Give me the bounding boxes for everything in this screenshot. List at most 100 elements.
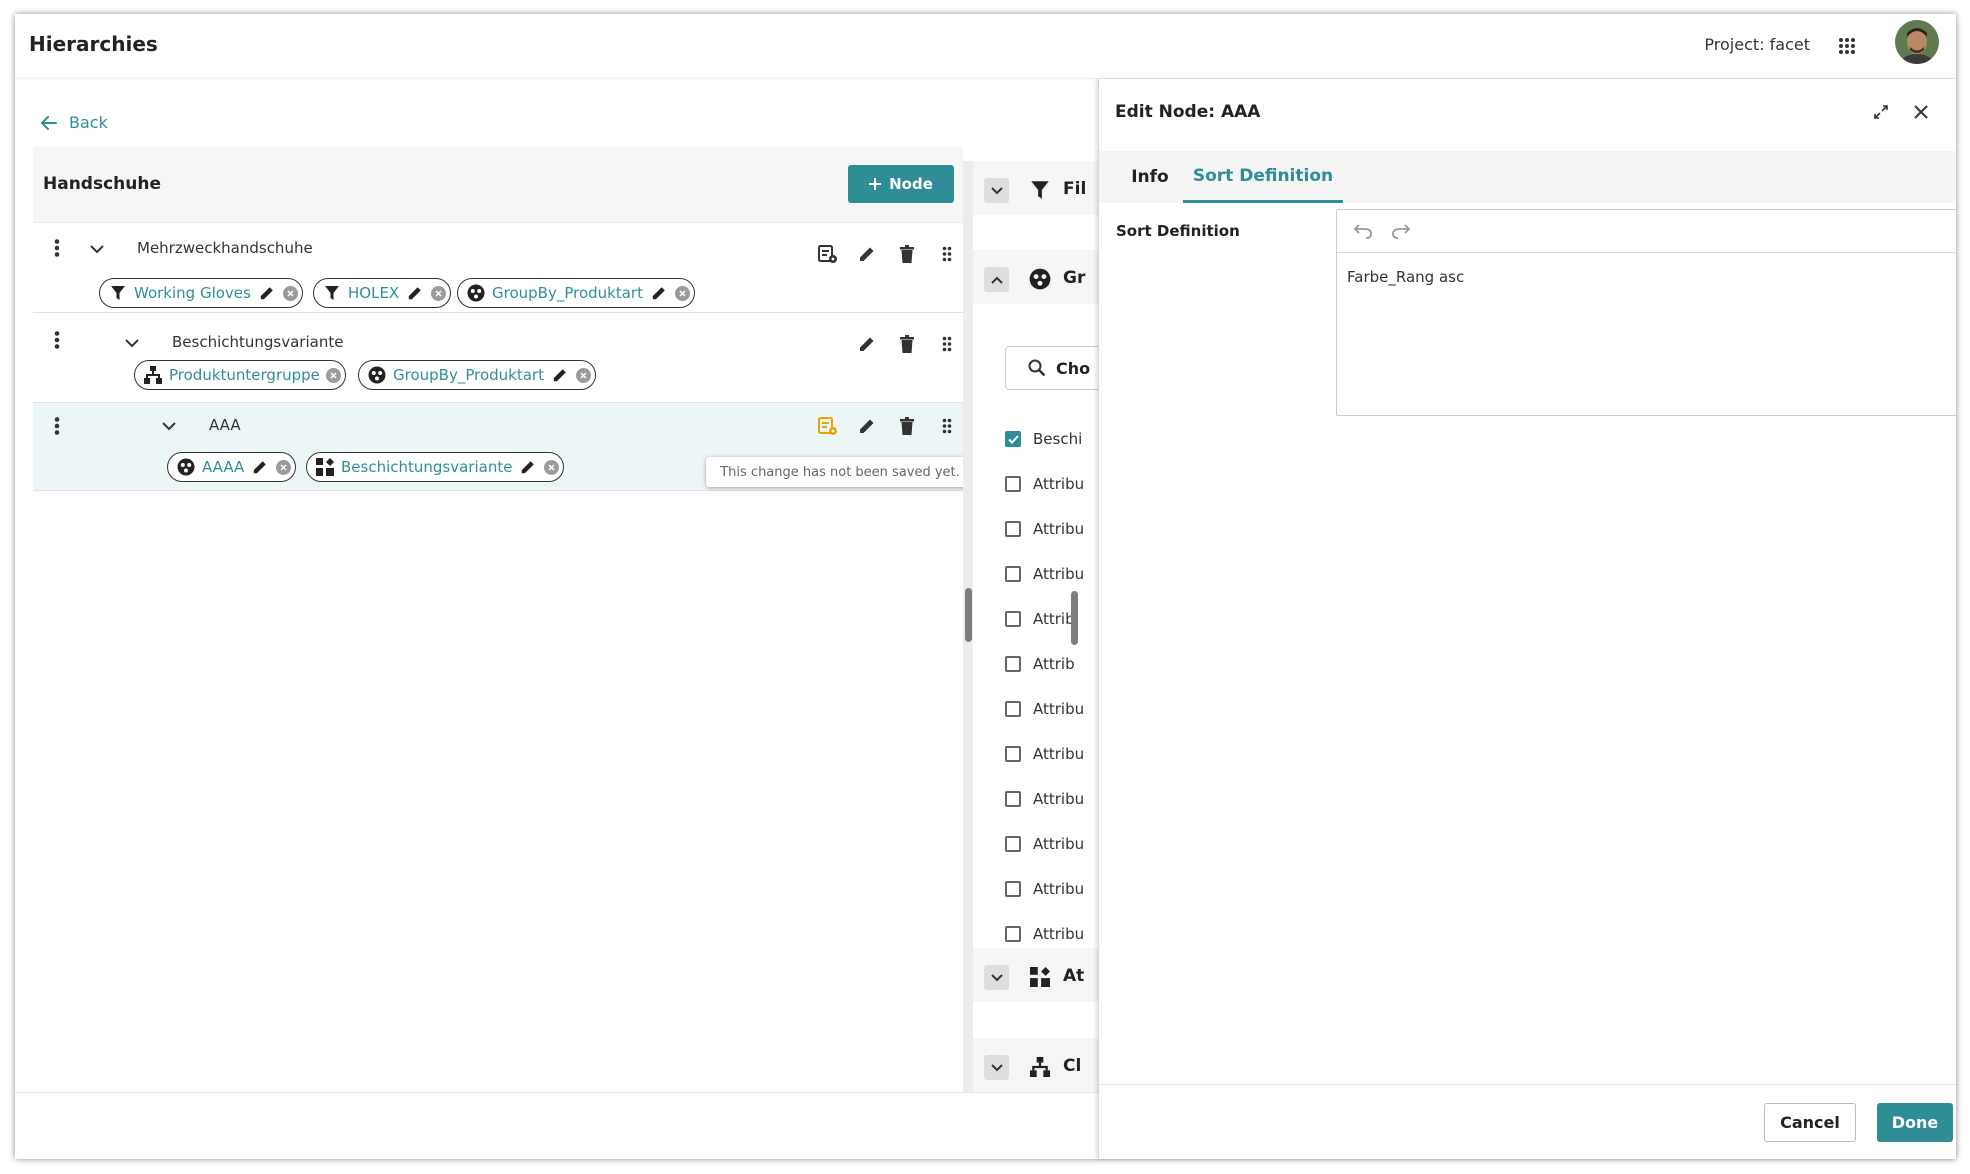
- project-label[interactable]: Project: facet: [1704, 35, 1810, 54]
- user-avatar[interactable]: [1895, 20, 1939, 64]
- chip-label[interactable]: Working Gloves: [134, 284, 251, 302]
- more-vert-icon[interactable]: [49, 328, 65, 352]
- redo-icon[interactable]: [1391, 223, 1411, 239]
- chip-label[interactable]: HOLEX: [348, 284, 399, 302]
- attribute-checkbox-row[interactable]: Attribu: [1005, 830, 1099, 858]
- node-name[interactable]: Mehrzweckhandschuhe: [137, 239, 313, 257]
- hierarchy-chip[interactable]: Produktuntergruppe: [134, 360, 346, 390]
- attribute-checkbox-row[interactable]: Attrib: [1005, 605, 1099, 633]
- undo-icon[interactable]: [1353, 223, 1373, 239]
- attribute-checkbox-row[interactable]: Attribu: [1005, 920, 1099, 948]
- attribute-checkbox-row[interactable]: Attribu: [1005, 875, 1099, 903]
- edit-icon[interactable]: [250, 457, 270, 477]
- tab-info[interactable]: Info: [1115, 151, 1185, 203]
- attribute-checkbox-row[interactable]: Attrib: [1005, 650, 1099, 678]
- node-name[interactable]: Beschichtungsvariante: [172, 333, 343, 351]
- group-chip[interactable]: GroupBy_Produktart: [457, 278, 695, 308]
- edit-icon[interactable]: [856, 243, 878, 265]
- edit-icon[interactable]: [649, 283, 669, 303]
- chip-label[interactable]: Beschichtungsvariante: [341, 458, 512, 476]
- chevron-down-icon[interactable]: [984, 965, 1009, 990]
- attribute-checkbox-row[interactable]: Beschi: [1005, 425, 1099, 453]
- more-vert-icon[interactable]: [49, 236, 65, 260]
- chip-label[interactable]: GroupBy_Produktart: [492, 284, 643, 302]
- done-button[interactable]: Done: [1877, 1103, 1953, 1142]
- checkbox[interactable]: [1005, 476, 1021, 492]
- group-chip[interactable]: GroupBy_Produktart: [358, 360, 596, 390]
- remove-icon[interactable]: [276, 459, 292, 475]
- drag-handle-icon[interactable]: [936, 333, 958, 355]
- expand-icon[interactable]: [1866, 97, 1896, 127]
- attribute-chip[interactable]: Beschichtungsvariante: [306, 452, 565, 482]
- add-node-button[interactable]: Node: [848, 165, 954, 203]
- apps-grid-icon[interactable]: [1832, 31, 1862, 61]
- section-groups[interactable]: Gr: [973, 250, 1099, 304]
- close-icon[interactable]: [1906, 97, 1936, 127]
- section-classifications[interactable]: Cl: [973, 1038, 1099, 1092]
- checkbox[interactable]: [1005, 926, 1021, 942]
- group-chip[interactable]: AAAA: [167, 452, 297, 482]
- checkbox[interactable]: [1005, 746, 1021, 762]
- chevron-down-icon[interactable]: [984, 1055, 1009, 1080]
- remove-icon[interactable]: [325, 367, 341, 383]
- remove-icon[interactable]: [544, 459, 560, 475]
- tree-node[interactable]: Beschichtungsvariante Produktuntergruppe…: [33, 313, 963, 403]
- chevron-down-icon[interactable]: [984, 178, 1009, 203]
- attribute-checkbox-row[interactable]: Attribu: [1005, 515, 1099, 543]
- filter-chip[interactable]: HOLEX: [313, 278, 452, 308]
- drag-handle-icon[interactable]: [936, 243, 958, 265]
- drag-handle-icon[interactable]: [936, 415, 958, 437]
- resize-handle[interactable]: [1071, 591, 1078, 645]
- section-attributes[interactable]: At: [973, 948, 1099, 1002]
- attribute-checkbox-row[interactable]: Attribu: [1005, 740, 1099, 768]
- attribute-checkbox-row[interactable]: Attribu: [1005, 470, 1099, 498]
- edit-icon[interactable]: [405, 283, 425, 303]
- checkbox[interactable]: [1005, 566, 1021, 582]
- edit-icon[interactable]: [550, 365, 570, 385]
- attribute-checkbox-row[interactable]: Attribu: [1005, 695, 1099, 723]
- delete-icon[interactable]: [896, 333, 918, 355]
- more-vert-icon[interactable]: [49, 414, 65, 438]
- checkbox-checked[interactable]: [1005, 431, 1021, 447]
- remove-icon[interactable]: [431, 285, 447, 301]
- section-filters[interactable]: Fil: [973, 161, 1099, 215]
- remove-icon[interactable]: [282, 285, 298, 301]
- sort-definition-editor[interactable]: Farbe_Rang asc: [1336, 209, 1957, 416]
- checkbox[interactable]: [1005, 521, 1021, 537]
- edit-icon[interactable]: [856, 333, 878, 355]
- search-input[interactable]: Cho: [1005, 346, 1099, 390]
- chevron-down-icon[interactable]: [159, 416, 179, 436]
- checkbox[interactable]: [1005, 836, 1021, 852]
- remove-icon[interactable]: [674, 285, 690, 301]
- back-link[interactable]: Back: [41, 113, 108, 132]
- resize-handle[interactable]: [965, 588, 972, 642]
- edit-icon[interactable]: [257, 283, 277, 303]
- node-name[interactable]: AAA: [209, 416, 241, 434]
- chip-label[interactable]: AAAA: [202, 458, 244, 476]
- filter-chip[interactable]: Working Gloves: [99, 278, 303, 308]
- chip-label[interactable]: GroupBy_Produktart: [393, 366, 544, 384]
- unsaved-sort-icon[interactable]: [817, 415, 839, 437]
- chevron-down-icon[interactable]: [87, 239, 107, 259]
- chevron-up-icon[interactable]: [984, 267, 1009, 292]
- edit-icon[interactable]: [518, 457, 538, 477]
- checkbox[interactable]: [1005, 881, 1021, 897]
- delete-icon[interactable]: [896, 415, 918, 437]
- checkbox[interactable]: [1005, 656, 1021, 672]
- field-label: Sort Definition: [1116, 222, 1240, 240]
- attribute-checkbox-row[interactable]: Attribu: [1005, 560, 1099, 588]
- checkbox[interactable]: [1005, 611, 1021, 627]
- tab-sort-definition[interactable]: Sort Definition: [1183, 151, 1343, 203]
- editor-content[interactable]: Farbe_Rang asc: [1347, 268, 1464, 286]
- edit-icon[interactable]: [856, 415, 878, 437]
- attribute-checkbox-row[interactable]: Attribu: [1005, 785, 1099, 813]
- cancel-button[interactable]: Cancel: [1764, 1103, 1856, 1142]
- chevron-down-icon[interactable]: [122, 333, 142, 353]
- delete-icon[interactable]: [896, 243, 918, 265]
- chip-label[interactable]: Produktuntergruppe: [169, 366, 320, 384]
- sort-settings-icon[interactable]: [817, 243, 839, 265]
- remove-icon[interactable]: [575, 367, 591, 383]
- tree-node[interactable]: Mehrzweckhandschuhe Working Gloves HOLEX…: [33, 223, 963, 313]
- checkbox[interactable]: [1005, 791, 1021, 807]
- checkbox[interactable]: [1005, 701, 1021, 717]
